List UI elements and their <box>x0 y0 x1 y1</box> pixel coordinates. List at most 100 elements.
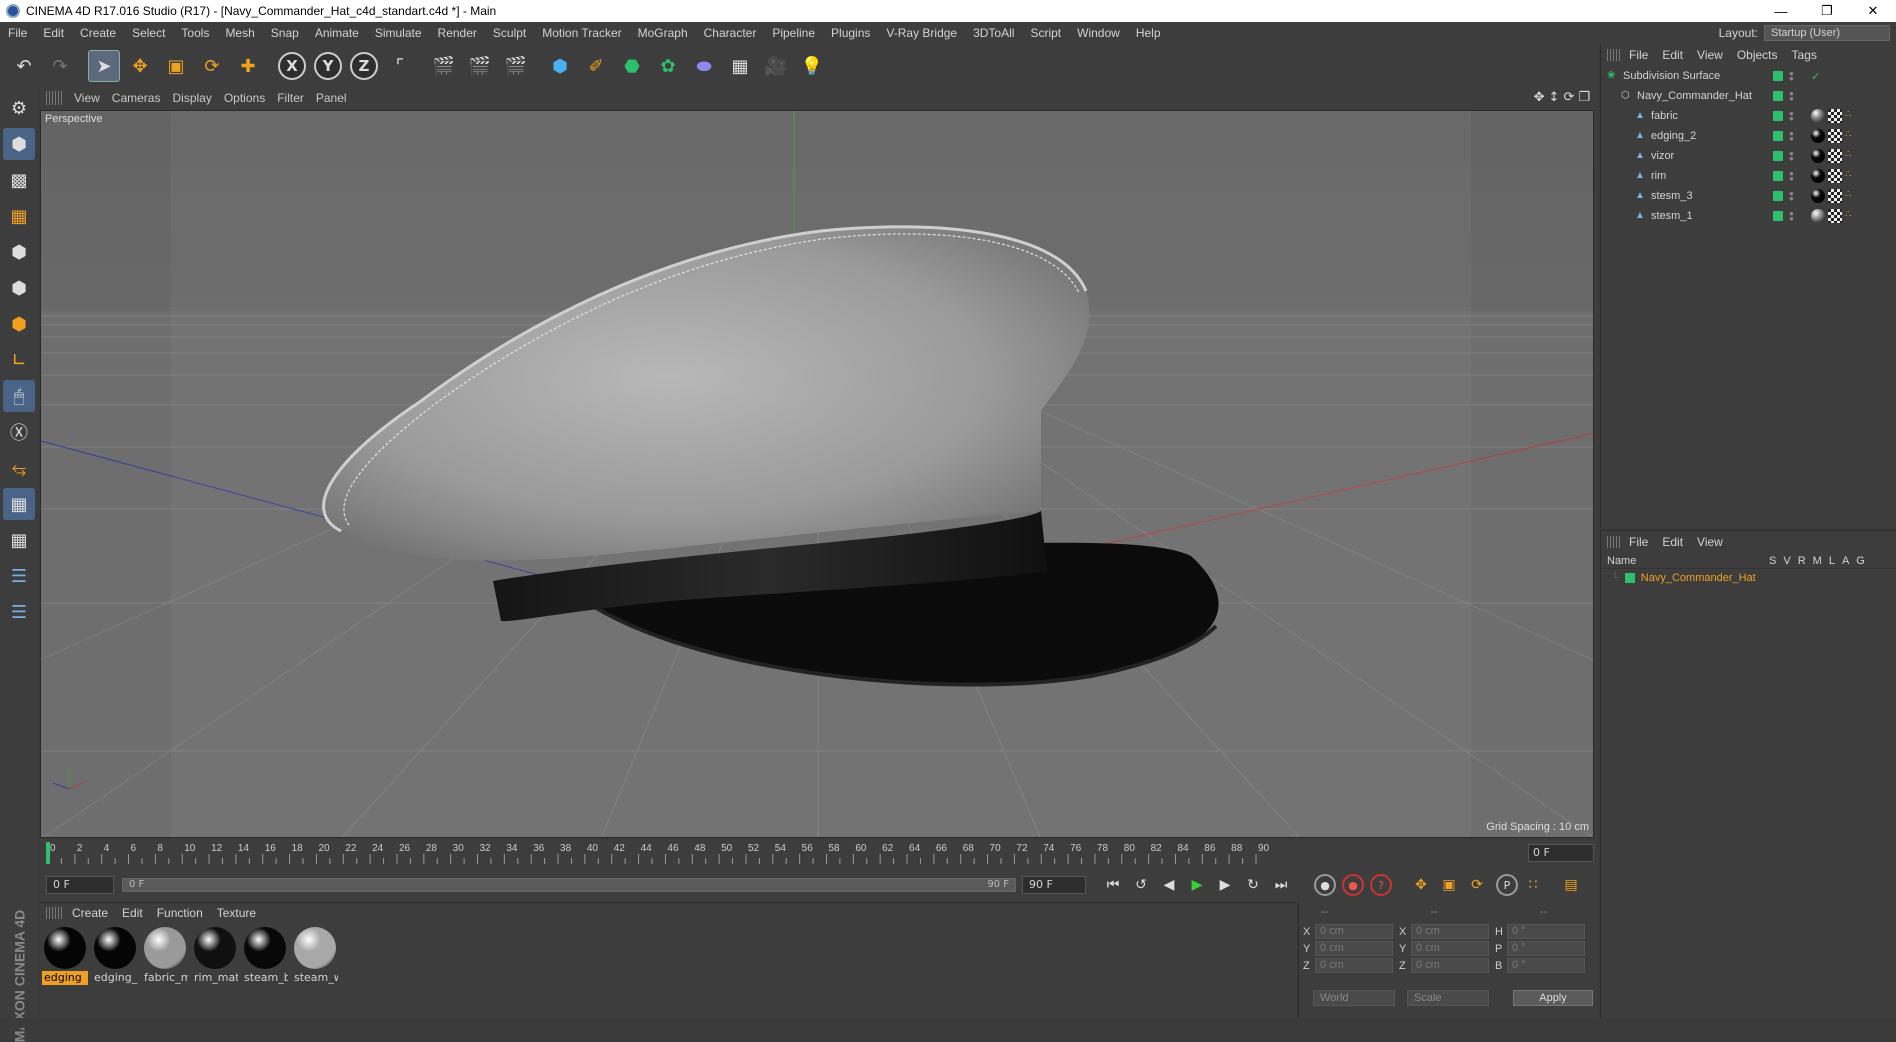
layer-menu-edit[interactable]: Edit <box>1662 535 1683 549</box>
make-editable-icon[interactable]: ⚙ <box>3 92 35 124</box>
menu-item-snap[interactable]: Snap <box>263 26 307 40</box>
planar-workplane-icon[interactable]: ▦ <box>3 524 35 556</box>
light-icon[interactable]: 💡 <box>796 50 828 82</box>
snap-magnet-icon[interactable]: ⥃ <box>3 452 35 484</box>
coord-value-field[interactable]: 0 cm <box>1315 958 1393 973</box>
python-script-icon[interactable]: ☰ <box>3 560 35 592</box>
coord-value-field[interactable]: 0 ° <box>1507 941 1585 956</box>
object-row[interactable]: ▲ fabric ● ● ∴ <box>1601 106 1896 126</box>
menu-item-motion-tracker[interactable]: Motion Tracker <box>534 26 629 40</box>
panel-grip[interactable] <box>46 907 64 919</box>
visibility-toggle[interactable]: ● ● <box>1789 70 1794 83</box>
render-settings-icon[interactable]: 🎬 <box>500 50 532 82</box>
layer-color-swatch[interactable] <box>1773 71 1783 81</box>
visibility-toggle[interactable]: ● ● <box>1789 90 1794 103</box>
phong-tag-icon[interactable]: ∴ <box>1845 189 1851 203</box>
current-frame-field[interactable]: 0 F <box>1528 844 1594 862</box>
object-row[interactable]: ▲ rim ● ● ∴ <box>1601 166 1896 186</box>
record-keys-icon[interactable]: ● <box>1314 874 1336 896</box>
coord-value-field[interactable]: 0 cm <box>1411 958 1489 973</box>
menu-item-window[interactable]: Window <box>1069 26 1128 40</box>
move-icon[interactable]: ✥ <box>124 50 156 82</box>
perspective-viewport[interactable]: Perspective Grid Spacing : 10 cm <box>40 110 1594 838</box>
coord-value-field[interactable]: 0 cm <box>1411 941 1489 956</box>
visibility-toggle[interactable]: ● ● <box>1789 190 1794 203</box>
keyframe-selection-icon[interactable]: ? <box>1370 874 1392 896</box>
object-menu-objects[interactable]: Objects <box>1737 48 1778 62</box>
uvw-tag-icon[interactable] <box>1828 209 1842 223</box>
uvw-tag-icon[interactable] <box>1828 189 1842 203</box>
layout-select[interactable]: Startup (User) <box>1764 25 1890 41</box>
viewport-menu-display[interactable]: Display <box>172 91 223 105</box>
go-to-end-icon[interactable]: ⏭ <box>1268 872 1294 898</box>
layer-color-swatch[interactable] <box>1773 131 1783 141</box>
menu-item-file[interactable]: File <box>0 26 35 40</box>
scale-icon[interactable]: ▣ <box>160 50 192 82</box>
playhead[interactable] <box>46 842 50 864</box>
phong-tag-icon[interactable]: ∴ <box>1845 129 1851 143</box>
viewport-menu-options[interactable]: Options <box>224 91 277 105</box>
material-tag-icon[interactable] <box>1811 169 1825 183</box>
material-swatch[interactable]: edging <box>42 927 88 985</box>
viewport-menu-filter[interactable]: Filter <box>277 91 316 105</box>
visibility-toggle[interactable]: ● ● <box>1789 130 1794 143</box>
python-script-2-icon[interactable]: ☰ <box>3 596 35 628</box>
layer-color-swatch[interactable] <box>1773 171 1783 181</box>
material-menu-function[interactable]: Function <box>157 906 203 920</box>
menu-item-create[interactable]: Create <box>72 26 124 40</box>
deformer-icon[interactable]: ⬬ <box>688 50 720 82</box>
menu-item-animate[interactable]: Animate <box>307 26 367 40</box>
next-key-icon[interactable]: ↻ <box>1240 872 1266 898</box>
points-mode-icon[interactable]: ⬢ <box>3 236 35 268</box>
menu-item-sculpt[interactable]: Sculpt <box>485 26 534 40</box>
object-menu-tags[interactable]: Tags <box>1792 48 1817 62</box>
undo-icon[interactable]: ↶ <box>8 50 40 82</box>
layer-color-swatch[interactable] <box>1773 191 1783 201</box>
menu-item-3dtoall[interactable]: 3DToAll <box>965 26 1022 40</box>
menu-item-mesh[interactable]: Mesh <box>217 26 262 40</box>
menu-item-tools[interactable]: Tools <box>173 26 217 40</box>
menu-item-pipeline[interactable]: Pipeline <box>764 26 823 40</box>
render-view-icon[interactable]: 🎬 <box>428 50 460 82</box>
panel-grip[interactable] <box>46 91 64 105</box>
z-axis-lock-icon[interactable]: Z <box>348 50 380 82</box>
menu-item-help[interactable]: Help <box>1128 26 1169 40</box>
material-swatch[interactable]: steam_w <box>292 927 338 985</box>
menu-item-v-ray-bridge[interactable]: V-Ray Bridge <box>878 26 965 40</box>
material-swatch[interactable]: edging_ <box>92 927 138 985</box>
object-menu-edit[interactable]: Edit <box>1662 48 1683 62</box>
coord-value-field[interactable]: 0 cm <box>1315 941 1393 956</box>
coord-value-field[interactable]: 0 ° <box>1507 924 1585 939</box>
key-pla-icon[interactable]: ∷ <box>1520 872 1546 898</box>
phong-tag-icon[interactable]: ∴ <box>1845 209 1851 223</box>
floor-environment-icon[interactable]: ▦ <box>724 50 756 82</box>
coord-value-field[interactable]: 0 ° <box>1507 958 1585 973</box>
layer-color-swatch[interactable] <box>1773 91 1783 101</box>
coordinate-system-icon[interactable]: ⌜ <box>384 50 416 82</box>
material-tag-icon[interactable] <box>1811 209 1825 223</box>
rotate-view-icon[interactable]: ⟳ <box>1563 90 1574 105</box>
visibility-toggle[interactable]: ● ● <box>1789 210 1794 223</box>
material-tag-icon[interactable] <box>1811 189 1825 203</box>
key-rotation-icon[interactable]: ⟳ <box>1464 872 1490 898</box>
object-row[interactable]: ▲ vizor ● ● ∴ <box>1601 146 1896 166</box>
layer-color-swatch[interactable] <box>1773 111 1783 121</box>
maximize-button[interactable]: ❐ <box>1804 0 1850 22</box>
menu-item-edit[interactable]: Edit <box>35 26 72 40</box>
menu-item-render[interactable]: Render <box>430 26 485 40</box>
menu-item-script[interactable]: Script <box>1022 26 1069 40</box>
mograph-cloner-icon[interactable]: ✿ <box>652 50 684 82</box>
x-axis-lock-icon[interactable]: X <box>276 50 308 82</box>
solo-mode-icon[interactable]: Ⓧ <box>3 416 35 448</box>
object-row[interactable]: ▲ stesm_1 ● ● ∴ <box>1601 206 1896 226</box>
material-menu-create[interactable]: Create <box>72 906 108 920</box>
coord-mode-select[interactable]: World <box>1313 990 1395 1006</box>
y-axis-lock-icon[interactable]: Y <box>312 50 344 82</box>
layer-menu-file[interactable]: File <box>1629 535 1648 549</box>
phong-tag-icon[interactable]: ∴ <box>1845 109 1851 123</box>
material-menu-texture[interactable]: Texture <box>217 906 256 920</box>
menu-item-select[interactable]: Select <box>124 26 173 40</box>
autokey-icon[interactable]: ● <box>1342 874 1364 896</box>
menu-item-mograph[interactable]: MoGraph <box>630 26 696 40</box>
minimize-button[interactable]: — <box>1758 0 1804 22</box>
